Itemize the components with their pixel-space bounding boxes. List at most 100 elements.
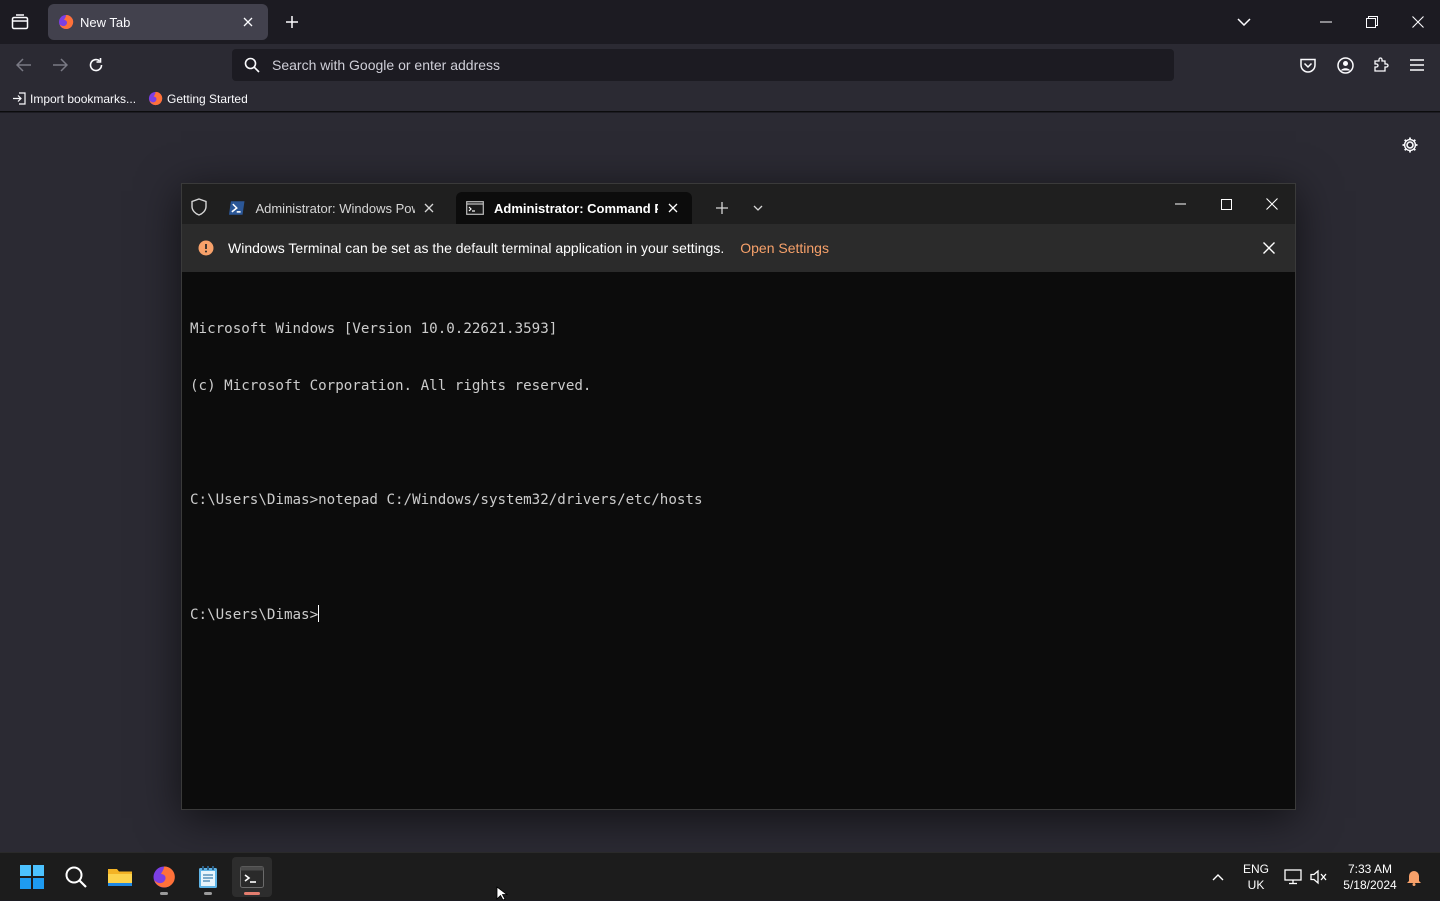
terminal-profiles-dropdown[interactable]: [746, 196, 770, 220]
bell-icon: [1407, 871, 1421, 886]
app-menu-button[interactable]: [1403, 51, 1431, 79]
gear-icon: [1402, 137, 1418, 153]
close-icon: [243, 17, 253, 27]
list-all-tabs-button[interactable]: [1230, 8, 1258, 36]
arrow-left-icon: [16, 58, 31, 72]
plus-icon: [716, 202, 728, 214]
firefox-view-button[interactable]: [6, 8, 34, 36]
clock-date: 5/18/2024: [1343, 878, 1397, 892]
search-icon: [65, 866, 87, 888]
console-line: C:\Users\Dimas>notepad C:/Windows/system…: [190, 492, 703, 508]
close-icon: [424, 203, 434, 213]
terminal-window: Administrator: Windows PowerShell Admini…: [181, 183, 1296, 810]
account-button[interactable]: [1331, 51, 1359, 79]
browser-minimize-button[interactable]: [1310, 6, 1342, 38]
network-status-button[interactable]: [1280, 853, 1306, 901]
address-bar[interactable]: [232, 49, 1174, 81]
taskbar: ENG UK 7:33 AM 5/18/2024: [0, 852, 1440, 900]
console-line: (c) Microsoft Corporation. All rights re…: [190, 378, 592, 394]
notepad-taskbar-button[interactable]: [188, 857, 228, 897]
pocket-button[interactable]: [1294, 51, 1322, 79]
browser-tab-bar: New Tab: [0, 0, 1440, 44]
account-icon: [1336, 56, 1354, 74]
close-icon: [1263, 242, 1275, 254]
terminal-close-button[interactable]: [1252, 188, 1292, 220]
text-cursor: [318, 605, 320, 622]
close-tab-button[interactable]: [664, 199, 682, 217]
address-input[interactable]: [272, 57, 1132, 73]
start-button[interactable]: [12, 857, 52, 897]
bookmark-import-label: Import bookmarks...: [30, 91, 137, 106]
browser-tab-title: New Tab: [80, 14, 131, 30]
extensions-button[interactable]: [1367, 51, 1395, 79]
bookmark-getting-started[interactable]: Getting Started: [148, 91, 248, 106]
firefox-logo-icon: [148, 91, 163, 106]
new-tab-button[interactable]: [278, 8, 306, 36]
infobar-close-button[interactable]: [1259, 238, 1279, 258]
import-icon: [13, 92, 26, 105]
terminal-taskbar-button[interactable]: [232, 857, 272, 897]
restore-icon: [1366, 16, 1378, 28]
show-hidden-icons-button[interactable]: [1204, 853, 1232, 901]
folder-icon: [108, 869, 132, 886]
infobar-message: Windows Terminal can be set as the defau…: [228, 240, 725, 256]
volume-button[interactable]: [1306, 853, 1332, 901]
firefox-logo-icon: [153, 866, 175, 888]
terminal-new-tab-button[interactable]: [710, 196, 734, 220]
close-icon: [668, 203, 678, 213]
pocket-icon: [1300, 58, 1316, 73]
chevron-up-icon: [1212, 873, 1224, 880]
chevron-down-icon: [1237, 18, 1251, 26]
page-settings-button[interactable]: [1398, 133, 1422, 157]
forward-button[interactable]: [46, 51, 74, 79]
system-clock[interactable]: 7:33 AM 5/18/2024: [1336, 861, 1404, 893]
browser-restore-button[interactable]: [1356, 6, 1388, 38]
plus-icon: [286, 16, 298, 28]
back-button[interactable]: [10, 51, 38, 79]
input-language-indicator[interactable]: ENG UK: [1238, 861, 1274, 893]
terminal-maximize-button[interactable]: [1206, 188, 1246, 220]
clock-time: 7:33 AM: [1347, 862, 1393, 876]
chevron-down-icon: [753, 205, 763, 211]
info-icon: [198, 240, 214, 256]
minimize-icon: [1320, 21, 1332, 23]
file-explorer-button[interactable]: [100, 857, 140, 897]
taskbar-search-button[interactable]: [56, 857, 96, 897]
language-code: ENG: [1242, 862, 1269, 876]
terminal-tab-powershell[interactable]: Administrator: Windows PowerShell: [218, 192, 448, 224]
reload-button[interactable]: [82, 51, 110, 79]
bookmarks-toolbar: Import bookmarks... Getting Started: [0, 86, 1440, 112]
console-prompt-line: C:\Users\Dimas>: [190, 605, 1287, 625]
terminal-minimize-button[interactable]: [1160, 188, 1200, 220]
bookmark-getting-started-label: Getting Started: [167, 91, 248, 106]
network-icon: [1284, 869, 1302, 885]
search-icon: [244, 57, 260, 73]
terminal-titlebar[interactable]: Administrator: Windows PowerShell Admini…: [182, 184, 1295, 224]
arrow-right-icon: [53, 58, 68, 72]
maximize-icon: [1220, 198, 1232, 210]
keyboard-layout: UK: [1247, 878, 1265, 892]
bookmark-import[interactable]: Import bookmarks...: [12, 92, 136, 106]
close-tab-button[interactable]: [238, 12, 258, 32]
speaker-muted-icon: [1310, 869, 1327, 885]
close-tab-button[interactable]: [421, 199, 438, 217]
terminal-icon: [240, 866, 264, 888]
browser-tab-new-tab[interactable]: New Tab: [48, 4, 268, 40]
firefox-logo-icon: [59, 14, 74, 29]
close-icon: [1266, 198, 1278, 210]
firefox-taskbar-button[interactable]: [144, 857, 184, 897]
terminal-tab-label: Administrator: Windows PowerShell: [255, 200, 414, 216]
reload-icon: [89, 58, 103, 72]
firefox-view-icon: [11, 14, 29, 30]
terminal-console[interactable]: Microsoft Windows [Version 10.0.22621.35…: [190, 282, 1287, 801]
terminal-tab-command-prompt[interactable]: Administrator: Command Prompt: [456, 192, 692, 224]
windows-logo-icon: [20, 865, 44, 889]
notifications-button[interactable]: [1402, 853, 1426, 901]
puzzle-piece-icon: [1374, 57, 1389, 72]
browser-close-button[interactable]: [1402, 6, 1434, 38]
open-settings-link[interactable]: Open Settings: [740, 240, 829, 256]
mouse-pointer-icon: [496, 886, 508, 900]
default-terminal-infobar: Windows Terminal can be set as the defau…: [182, 224, 1295, 272]
